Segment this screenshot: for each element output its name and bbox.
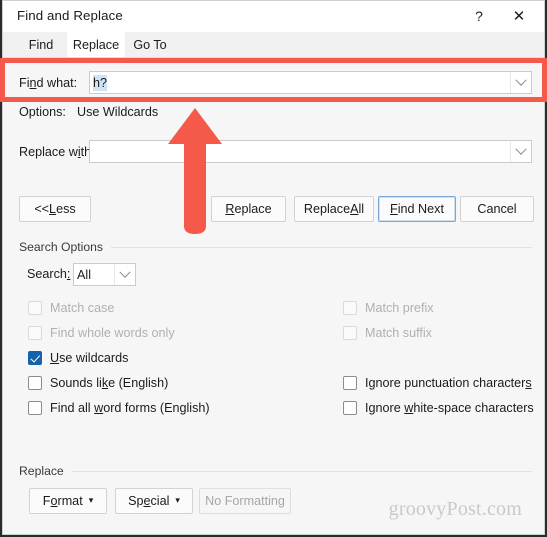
checkbox-ignore-punctuation-characters[interactable]: Ignore punctuation characters xyxy=(343,376,532,390)
checkbox-find-all-word-forms[interactable]: Find all word forms (English) xyxy=(28,401,210,415)
find-what-combobox[interactable]: h? xyxy=(89,71,532,94)
no-formatting-button: No Formatting xyxy=(199,488,291,514)
watermark: groovyPost.com xyxy=(388,498,522,520)
dialog-title: Find and Replace xyxy=(17,8,123,23)
chevron-down-icon xyxy=(515,143,527,155)
format-button-label: Format xyxy=(42,494,83,508)
checkbox-find-whole-words-only[interactable]: Find whole words only xyxy=(28,326,175,340)
replace-button[interactable]: Replace xyxy=(211,196,286,222)
find-what-value: h? xyxy=(93,74,108,91)
checkbox-box xyxy=(343,326,357,340)
search-label: Search: xyxy=(27,267,71,281)
checkbox-label: Sounds like (English) xyxy=(50,376,169,390)
tab-replace[interactable]: Replace xyxy=(67,32,125,57)
find-next-button[interactable]: Find Next xyxy=(378,196,456,222)
close-icon[interactable]: ✕ xyxy=(500,1,538,31)
checkbox-box xyxy=(28,376,42,390)
search-direction-value: All xyxy=(77,267,91,282)
checkbox-label: Find whole words only xyxy=(50,326,175,340)
checkbox-label: Use wildcards xyxy=(50,351,129,365)
replace-with-dropdown-arrow[interactable] xyxy=(510,141,531,162)
checkbox-sounds-like[interactable]: Sounds like (English) xyxy=(28,376,168,390)
checkbox-box xyxy=(28,326,42,340)
checkbox-match-prefix[interactable]: Match prefix xyxy=(343,301,434,315)
checkbox-label: Ignore white-space characters xyxy=(365,401,534,415)
options-value: Use Wildcards xyxy=(77,105,159,119)
tab-go-to[interactable]: Go To xyxy=(125,32,175,57)
checkbox-box xyxy=(28,401,42,415)
search-direction-dropdown-arrow[interactable] xyxy=(114,264,135,285)
checkbox-label: Ignore punctuation characters xyxy=(365,376,532,390)
dialog-titlebar: Find and Replace ? ✕ xyxy=(3,1,544,32)
help-icon[interactable]: ? xyxy=(460,1,498,31)
checkbox-label: Match suffix xyxy=(365,326,432,340)
checkbox-box-checked xyxy=(28,351,42,365)
find-what-label: Find what: xyxy=(19,76,78,90)
replace-group-label: Replace xyxy=(19,464,64,478)
search-options-group-label: Search Options xyxy=(19,240,104,254)
find-what-input[interactable]: h? xyxy=(90,72,510,93)
replace-with-input[interactable] xyxy=(90,141,510,162)
chevron-down-icon: ▾ xyxy=(88,494,94,505)
dialog-body: Find what: h? Options: Use Wildcards Rep… xyxy=(3,58,544,534)
special-button[interactable]: Special ▾ xyxy=(115,488,193,514)
replace-with-combobox[interactable] xyxy=(89,140,532,163)
checkbox-label: Find all word forms (English) xyxy=(50,401,210,415)
find-what-dropdown-arrow[interactable] xyxy=(510,72,531,93)
chevron-down-icon: ▾ xyxy=(175,494,180,505)
chevron-down-icon xyxy=(119,266,131,278)
options-label: Options: xyxy=(19,105,66,119)
checkbox-match-suffix[interactable]: Match suffix xyxy=(343,326,432,340)
tab-find[interactable]: Find xyxy=(15,32,67,57)
search-direction-select[interactable]: All xyxy=(73,263,136,286)
group-divider xyxy=(71,470,532,472)
cancel-button[interactable]: Cancel xyxy=(460,196,534,222)
replace-group-header: Replace xyxy=(19,464,532,478)
checkbox-box xyxy=(343,376,357,390)
replace-all-button[interactable]: Replace All xyxy=(294,196,374,222)
checkbox-label: Match prefix xyxy=(365,301,434,315)
checkbox-label: Match case xyxy=(50,301,115,315)
checkbox-box xyxy=(343,301,357,315)
chevron-down-icon xyxy=(515,74,527,86)
find-and-replace-dialog: Find and Replace ? ✕ Find Replace Go To … xyxy=(2,0,545,535)
search-options-group-header: Search Options xyxy=(19,240,532,254)
checkbox-box xyxy=(28,301,42,315)
tab-strip: Find Replace Go To xyxy=(3,32,544,58)
checkbox-box xyxy=(343,401,357,415)
checkbox-ignore-white-space-characters[interactable]: Ignore white-space characters xyxy=(343,401,534,415)
screenshot-root: Find and Replace ? ✕ Find Replace Go To … xyxy=(0,0,547,537)
special-button-label: Special xyxy=(128,494,170,508)
less-button[interactable]: << Less xyxy=(19,196,91,222)
checkbox-match-case[interactable]: Match case xyxy=(28,301,114,315)
group-divider xyxy=(111,246,532,248)
replace-with-label: Replace with: xyxy=(19,145,95,159)
checkbox-use-wildcards[interactable]: Use wildcards xyxy=(28,351,128,365)
format-button[interactable]: Format ▾ xyxy=(29,488,107,514)
